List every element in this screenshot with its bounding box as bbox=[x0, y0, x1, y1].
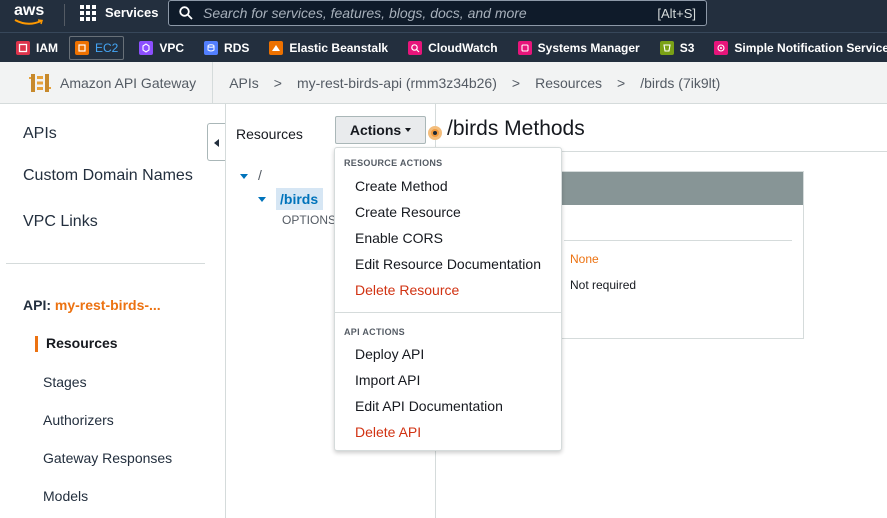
nav-vpc-links[interactable]: VPC Links bbox=[23, 213, 98, 231]
favorite-label: Simple Notification Service bbox=[734, 40, 887, 55]
active-indicator bbox=[35, 336, 38, 352]
api-prefix: API: bbox=[23, 297, 51, 313]
collapse-nav-button[interactable] bbox=[207, 123, 225, 161]
menu-create-resource[interactable]: Create Resource bbox=[355, 204, 461, 220]
favorite-label: IAM bbox=[36, 40, 58, 55]
actions-dropdown-menu: RESOURCE ACTIONS Create Method Create Re… bbox=[334, 147, 562, 451]
menu-enable-cors[interactable]: Enable CORS bbox=[355, 230, 443, 246]
method-options[interactable]: OPTIONS bbox=[282, 213, 336, 227]
favorite-iam[interactable]: IAM bbox=[11, 36, 63, 60]
favorite-label: S3 bbox=[679, 40, 695, 55]
favorite-cloudwatch[interactable]: CloudWatch bbox=[403, 36, 503, 60]
authorization-value[interactable]: None bbox=[570, 252, 599, 266]
ec2-icon bbox=[75, 40, 89, 55]
vpc-icon bbox=[139, 40, 154, 55]
topbar-divider bbox=[64, 4, 65, 26]
breadcrumb-current-resource: /birds (7ik9lt) bbox=[640, 74, 721, 91]
breadcrumb: APIs > my-rest-birds-api (rmm3z34b26) > … bbox=[229, 75, 720, 91]
aws-logo[interactable]: aws bbox=[12, 2, 52, 28]
menu-deploy-api[interactable]: Deploy API bbox=[355, 346, 424, 362]
service-name: Amazon API Gateway bbox=[60, 74, 197, 91]
search-icon bbox=[179, 6, 193, 20]
resource-actions-header: RESOURCE ACTIONS bbox=[344, 158, 443, 168]
actions-label: Actions bbox=[349, 122, 402, 138]
nav-divider bbox=[6, 263, 205, 264]
api-key-value: Not required bbox=[570, 278, 637, 292]
services-grid-icon bbox=[80, 4, 96, 21]
nav-models[interactable]: Models bbox=[43, 488, 88, 504]
favorite-s3[interactable]: S3 bbox=[655, 36, 700, 60]
aws-logo-text: aws bbox=[14, 2, 45, 19]
resource-root[interactable]: / bbox=[240, 167, 262, 183]
nav-api-name[interactable]: API: my-rest-birds-... bbox=[23, 297, 161, 313]
api-gateway-logo-icon bbox=[29, 73, 51, 92]
favorite-label: VPC bbox=[159, 40, 185, 55]
api-name: my-rest-birds-... bbox=[54, 297, 161, 313]
top-navigation-bar: aws Services Search for services, featur… bbox=[0, 0, 887, 32]
page-title: /birds Methods bbox=[447, 117, 585, 140]
breadcrumb-bar: Amazon API Gateway APIs > my-rest-birds-… bbox=[0, 61, 887, 104]
favorite-sns[interactable]: Simple Notification Service bbox=[709, 36, 887, 60]
resource-birds[interactable]: /birds bbox=[258, 188, 334, 210]
s3-icon bbox=[659, 40, 674, 55]
menu-edit-api-documentation[interactable]: Edit API Documentation bbox=[355, 398, 503, 414]
sns-icon bbox=[714, 40, 729, 55]
nav-stages[interactable]: Stages bbox=[43, 374, 87, 390]
favorite-label: EC2 bbox=[95, 40, 119, 55]
method-card-header bbox=[534, 172, 803, 205]
resource-root-label: / bbox=[258, 167, 262, 183]
elastic-beanstalk-icon bbox=[269, 40, 284, 55]
rds-icon bbox=[204, 40, 219, 55]
resource-birds-label: /birds bbox=[276, 188, 324, 210]
nav-gateway-responses[interactable]: Gateway Responses bbox=[43, 450, 172, 466]
left-navigation: APIs Custom Domain Names VPC Links API: … bbox=[0, 104, 226, 518]
chevron-down-icon bbox=[405, 128, 412, 132]
menu-divider bbox=[335, 312, 561, 313]
search-input[interactable]: Search for services, features, blogs, do… bbox=[168, 0, 707, 26]
menu-edit-resource-documentation[interactable]: Edit Resource Documentation bbox=[355, 256, 541, 272]
resources-title: Resources bbox=[236, 126, 303, 142]
favorite-systems-manager[interactable]: Systems Manager bbox=[513, 36, 645, 60]
favorite-elastic-beanstalk[interactable]: Elastic Beanstalk bbox=[264, 36, 393, 60]
chevron-left-icon bbox=[214, 139, 219, 147]
favorite-rds[interactable]: RDS bbox=[199, 36, 254, 60]
method-card: None Not required bbox=[533, 171, 804, 339]
menu-delete-resource[interactable]: Delete Resource bbox=[355, 282, 459, 298]
iam-icon bbox=[16, 40, 30, 55]
nav-apis[interactable]: APIs bbox=[23, 125, 57, 143]
favorites-bar: IAM EC2 VPC RDS Elastic Beanstalk CloudW… bbox=[0, 32, 887, 62]
aws-smile-icon bbox=[14, 19, 43, 25]
card-divider bbox=[564, 240, 792, 241]
systems-manager-icon bbox=[517, 40, 532, 55]
menu-delete-api[interactable]: Delete API bbox=[355, 424, 421, 440]
service-home-link[interactable]: Amazon API Gateway bbox=[0, 61, 214, 104]
favorite-ec2[interactable]: EC2 bbox=[69, 35, 125, 60]
favorite-vpc[interactable]: VPC bbox=[134, 36, 189, 60]
search-placeholder: Search for services, features, blogs, do… bbox=[203, 5, 527, 21]
breadcrumb-resources[interactable]: Resources bbox=[535, 75, 602, 91]
services-label: Services bbox=[105, 5, 159, 20]
favorite-label: Systems Manager bbox=[537, 40, 640, 55]
api-actions-header: API ACTIONS bbox=[344, 327, 405, 337]
services-menu-button[interactable]: Services bbox=[80, 0, 159, 25]
menu-import-api[interactable]: Import API bbox=[355, 372, 420, 388]
nav-custom-domain-names[interactable]: Custom Domain Names bbox=[23, 167, 193, 185]
expand-caret-icon[interactable] bbox=[258, 196, 266, 202]
favorite-label: Elastic Beanstalk bbox=[289, 40, 389, 55]
menu-create-method[interactable]: Create Method bbox=[355, 178, 448, 194]
breadcrumb-separator: > bbox=[511, 74, 521, 91]
nav-resources[interactable]: Resources bbox=[46, 335, 118, 351]
nav-authorizers[interactable]: Authorizers bbox=[43, 412, 114, 428]
favorite-label: CloudWatch bbox=[428, 40, 498, 55]
breadcrumb-separator: > bbox=[273, 74, 282, 91]
favorite-label: RDS bbox=[224, 40, 250, 55]
breadcrumb-api[interactable]: my-rest-birds-api (rmm3z34b26) bbox=[297, 75, 497, 91]
actions-button[interactable]: Actions bbox=[335, 116, 426, 144]
expand-caret-icon[interactable] bbox=[240, 173, 248, 179]
search-shortcut: [Alt+S] bbox=[657, 5, 696, 21]
breadcrumb-separator: > bbox=[617, 74, 626, 91]
cursor-indicator-icon bbox=[428, 126, 442, 140]
cloudwatch-icon bbox=[408, 40, 423, 55]
breadcrumb-apis[interactable]: APIs bbox=[229, 75, 259, 91]
